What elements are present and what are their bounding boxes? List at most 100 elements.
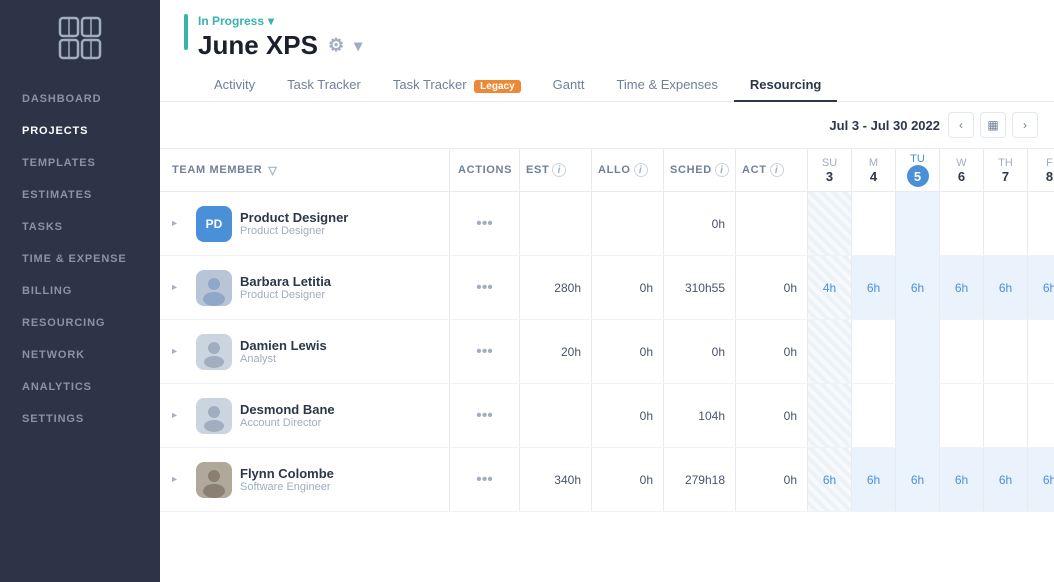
row-actions-button[interactable]: ••• — [450, 320, 520, 383]
sidebar-item-time-expense[interactable]: TIME & EXPENSE — [0, 243, 160, 275]
day-cell[interactable]: 6h — [984, 448, 1028, 511]
col-header-sched: SCHED i — [664, 149, 736, 191]
avatar: PD — [196, 206, 232, 242]
day-cell[interactable] — [852, 384, 896, 447]
day-cell[interactable] — [808, 384, 852, 447]
day-cell[interactable]: 6h — [1028, 448, 1054, 511]
member-role: Software Engineer — [240, 481, 334, 493]
row-actions-button[interactable]: ••• — [450, 384, 520, 447]
tab-activity[interactable]: Activity — [198, 69, 271, 102]
day-cell[interactable] — [984, 320, 1028, 383]
row-member-cell: ▸ Desmond BaneAccount Director — [160, 384, 450, 447]
row-est-value: 20h — [520, 320, 592, 383]
sidebar-item-templates[interactable]: TEMPLATES — [0, 147, 160, 179]
row-actions-button[interactable]: ••• — [450, 448, 520, 511]
tab-task-tracker[interactable]: Task Tracker — [271, 69, 377, 102]
day-cell[interactable] — [1028, 384, 1054, 447]
row-expand-button[interactable]: ▸ — [172, 346, 188, 357]
day-cell[interactable]: 6h — [984, 256, 1028, 319]
sched-info-icon[interactable]: i — [715, 163, 729, 177]
day-cell[interactable] — [808, 192, 852, 255]
tab-resourcing[interactable]: Resourcing — [734, 69, 838, 102]
tab-gantt[interactable]: Gantt — [537, 69, 601, 102]
avatar — [196, 334, 232, 370]
row-act-value: 0h — [736, 256, 808, 319]
sidebar-item-projects[interactable]: PROJECTS — [0, 115, 160, 147]
row-actions-button[interactable]: ••• — [450, 256, 520, 319]
table-header-row: TEAM MEMBER ▽ ACTIONS EST i ALLO i SCHED… — [160, 149, 1054, 192]
day-cell[interactable]: 6h — [940, 448, 984, 511]
day-cell[interactable] — [852, 192, 896, 255]
row-est-value: 340h — [520, 448, 592, 511]
row-member-cell: ▸ Barbara LetitiaProduct Designer — [160, 256, 450, 319]
row-calendar-cells: 6h6h6h6h6h6h — [808, 448, 1054, 511]
day-cell[interactable]: 6h — [896, 448, 940, 511]
sidebar-item-dashboard[interactable]: DASHBOARD — [0, 83, 160, 115]
date-range-label: Jul 3 - Jul 30 2022 — [829, 118, 940, 133]
tab-task-tracker-legacy[interactable]: Task Tracker Legacy — [377, 69, 537, 102]
status-label: In Progress — [198, 14, 264, 28]
day-cell[interactable]: 6h — [940, 256, 984, 319]
day-cell[interactable] — [1028, 192, 1054, 255]
table-body: ▸ PD Product DesignerProduct Designer ••• 0h… — [160, 192, 1054, 582]
member-name: Product Designer — [240, 210, 348, 225]
member-name: Flynn Colombe — [240, 466, 334, 481]
row-expand-button[interactable]: ▸ — [172, 474, 188, 485]
row-calendar-cells — [808, 192, 1054, 255]
day-header-8: F8 — [1028, 149, 1054, 191]
tab-time-expenses[interactable]: Time & Expenses — [600, 69, 733, 102]
day-cell[interactable]: 4h — [808, 256, 852, 319]
row-member-cell: ▸ PD Product DesignerProduct Designer — [160, 192, 450, 255]
project-status[interactable]: In Progress ▾ — [198, 14, 1030, 28]
member-role: Product Designer — [240, 225, 348, 237]
day-cell[interactable]: 6h — [1028, 256, 1054, 319]
row-calendar-cells — [808, 384, 1054, 447]
sidebar-item-settings[interactable]: SETTINGS — [0, 403, 160, 435]
row-allo-value: 0h — [592, 448, 664, 511]
col-header-allo: ALLO i — [592, 149, 664, 191]
app-logo[interactable] — [50, 10, 110, 65]
day-cell[interactable] — [984, 384, 1028, 447]
day-cell[interactable] — [896, 192, 940, 255]
sidebar-item-network[interactable]: NETWORK — [0, 339, 160, 371]
filter-icon[interactable]: ▽ — [268, 164, 277, 177]
row-expand-button[interactable]: ▸ — [172, 282, 188, 293]
day-cell[interactable]: 6h — [896, 256, 940, 319]
row-expand-button[interactable]: ▸ — [172, 410, 188, 421]
day-cell[interactable] — [1028, 320, 1054, 383]
row-est-value — [520, 192, 592, 255]
day-cell[interactable]: 6h — [808, 448, 852, 511]
row-sched-value: 310h55 — [664, 256, 736, 319]
gear-icon[interactable]: ⚙ — [328, 35, 344, 56]
day-cell[interactable] — [852, 320, 896, 383]
sidebar-navigation: DASHBOARD PROJECTS TEMPLATES ESTIMATES T… — [0, 83, 160, 435]
row-expand-button[interactable]: ▸ — [172, 218, 188, 229]
sidebar-item-analytics[interactable]: ANALYTICS — [0, 371, 160, 403]
row-est-value: 280h — [520, 256, 592, 319]
allo-info-icon[interactable]: i — [634, 163, 648, 177]
day-cell[interactable] — [896, 384, 940, 447]
row-actions-button[interactable]: ••• — [450, 192, 520, 255]
title-chevron-icon[interactable]: ▾ — [354, 36, 362, 56]
sidebar-item-estimates[interactable]: ESTIMATES — [0, 179, 160, 211]
member-name: Desmond Bane — [240, 402, 335, 417]
day-cell[interactable] — [896, 320, 940, 383]
sidebar-item-billing[interactable]: BILLING — [0, 275, 160, 307]
next-period-button[interactable]: › — [1012, 112, 1038, 138]
day-cell[interactable] — [940, 320, 984, 383]
act-info-icon[interactable]: i — [770, 163, 784, 177]
day-cell[interactable] — [984, 192, 1028, 255]
sidebar-item-tasks[interactable]: TASKS — [0, 211, 160, 243]
day-cell[interactable] — [940, 192, 984, 255]
day-cell[interactable]: 6h — [852, 448, 896, 511]
chevron-down-icon[interactable]: ▾ — [268, 14, 274, 28]
est-info-icon[interactable]: i — [552, 163, 566, 177]
day-cell[interactable] — [808, 320, 852, 383]
day-cell[interactable]: 6h — [852, 256, 896, 319]
day-cell[interactable] — [940, 384, 984, 447]
calendar-picker-button[interactable]: ▦ — [980, 112, 1006, 138]
sidebar-item-resourcing[interactable]: RESOURCING — [0, 307, 160, 339]
row-act-value: 0h — [736, 320, 808, 383]
prev-period-button[interactable]: ‹ — [948, 112, 974, 138]
row-allo-value — [592, 192, 664, 255]
